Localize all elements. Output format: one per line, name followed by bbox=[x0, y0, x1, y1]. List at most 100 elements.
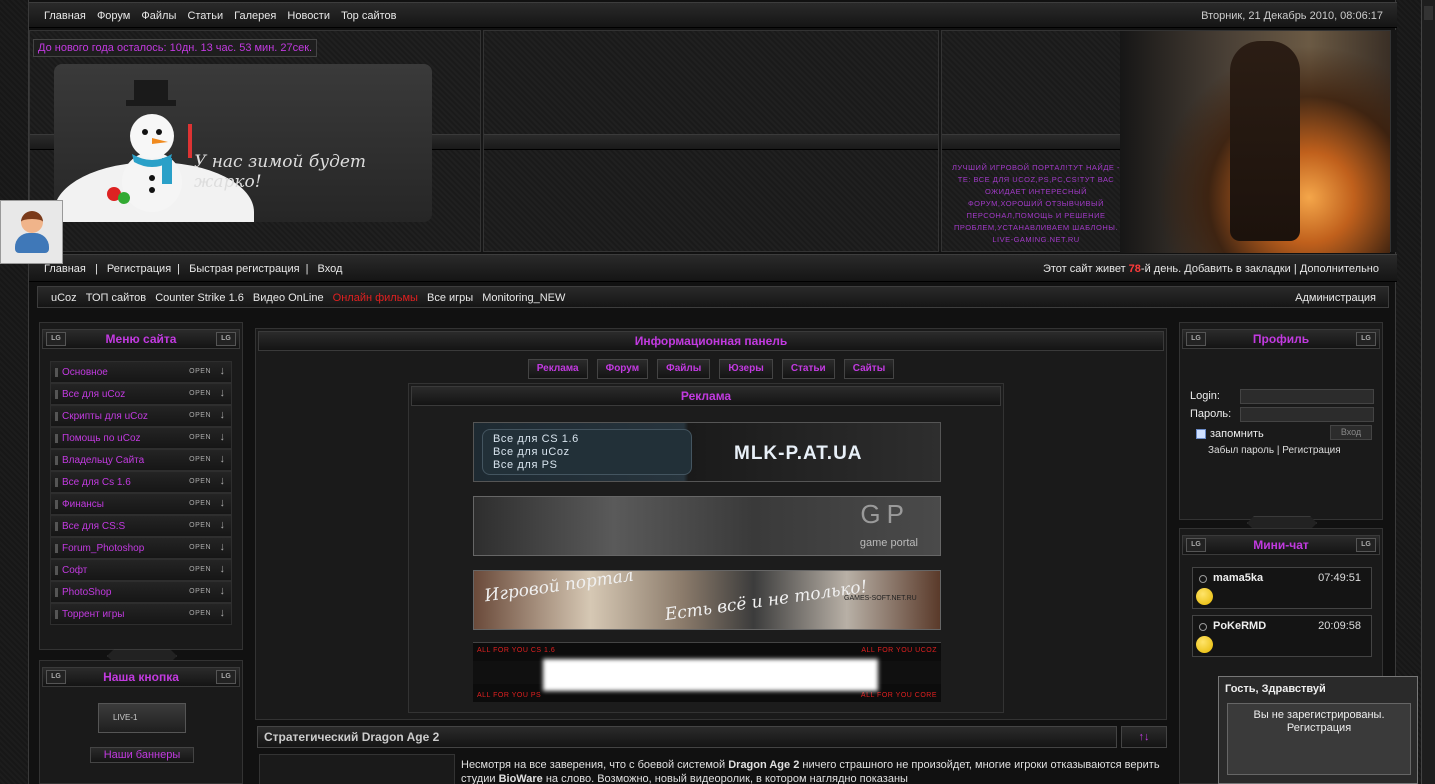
tab-forum[interactable]: Форум bbox=[596, 359, 649, 379]
our-button-panel: LG Наша кнопка LG LIVE-1 Наши баннеры bbox=[39, 660, 243, 784]
lg-badge: LG bbox=[1356, 332, 1376, 346]
chat-message: mama5ka 07:49:51 bbox=[1192, 567, 1372, 609]
user-avatar-icon[interactable] bbox=[0, 200, 63, 264]
bullet-icon bbox=[55, 390, 58, 399]
password-input[interactable] bbox=[1240, 407, 1374, 422]
tab-users[interactable]: Юзеры bbox=[719, 359, 773, 379]
forgot-register-links[interactable]: Забыл пароль | Регистрация bbox=[1208, 445, 1341, 456]
scrollbar-thumb[interactable] bbox=[1424, 6, 1433, 20]
site-button-image[interactable]: LIVE-1 bbox=[98, 703, 186, 733]
site-menu-item[interactable]: Владельцу Сайта OPEN ↓ bbox=[50, 449, 232, 471]
remember-checkbox[interactable] bbox=[1196, 429, 1206, 439]
site-menu-item[interactable]: Софт OPEN ↓ bbox=[50, 559, 232, 581]
top-nav-articles[interactable]: Статьи bbox=[187, 10, 223, 22]
top-nav-top-sites[interactable]: Top сайтов bbox=[341, 10, 396, 22]
bullet-icon bbox=[55, 434, 58, 443]
link-ucoz[interactable]: uCoz bbox=[51, 292, 77, 304]
link-all-games[interactable]: Все игры bbox=[427, 292, 473, 304]
bullet-icon bbox=[55, 478, 58, 487]
article-game-name: Dragon Age 2 bbox=[728, 759, 800, 771]
ad-banner-mlk[interactable]: Все для CS 1.6 Все для uCoz Все для PS M… bbox=[473, 422, 941, 482]
site-menu-item-label: Скрипты для uCoz bbox=[62, 411, 148, 422]
tab-articles[interactable]: Статьи bbox=[781, 359, 835, 379]
warrior-figure bbox=[1230, 41, 1300, 241]
top-nav-forum[interactable]: Форум bbox=[97, 10, 130, 22]
arrow-down-icon: ↓ bbox=[219, 431, 226, 443]
banner-stripe bbox=[484, 134, 938, 150]
site-menu-item-label: Помощь по uCoz bbox=[62, 433, 141, 444]
more-link[interactable]: Дополнительно bbox=[1300, 263, 1379, 275]
top-nav-home[interactable]: Главная bbox=[44, 10, 86, 22]
site-menu-panel: LG Меню сайта LG Основное OPEN ↓ Все для uC… bbox=[39, 322, 243, 650]
ad-banner-game-portal[interactable]: GP game portal bbox=[473, 496, 941, 556]
radio-icon[interactable] bbox=[1199, 575, 1207, 583]
login-submit-button[interactable]: Вход bbox=[1330, 425, 1372, 440]
site-menu-header: LG Меню сайта LG bbox=[42, 329, 240, 349]
bullet-icon bbox=[55, 368, 58, 377]
ad-banner-all-for-you[interactable]: ALL FOR YOU CS 1.6 ALL FOR YOU UCOZ ALL … bbox=[473, 642, 941, 702]
arrow-down-icon: ↓ bbox=[219, 453, 226, 465]
bullet-icon bbox=[55, 588, 58, 597]
site-menu-item[interactable]: Финансы OPEN ↓ bbox=[50, 493, 232, 515]
site-menu-item-label: Владельцу Сайта bbox=[62, 455, 145, 466]
gp-logo: GP bbox=[860, 499, 910, 529]
lg-badge: LG bbox=[46, 670, 66, 684]
login-input[interactable] bbox=[1240, 389, 1374, 404]
our-button-title: Наша кнопка bbox=[103, 670, 179, 684]
site-menu-item-label: Финансы bbox=[62, 499, 104, 510]
chat-author[interactable]: mama5ka bbox=[1213, 572, 1263, 584]
user-nav-links: Главная | Регистрация | Быстрая регистрац… bbox=[44, 263, 348, 275]
ad3-mid-text: Есть всё и не только! bbox=[663, 576, 869, 626]
link-monitoring[interactable]: Monitoring_NEW bbox=[482, 292, 565, 304]
link-administration[interactable]: Администрация bbox=[1295, 292, 1376, 304]
user-nav-login[interactable]: Вход bbox=[318, 263, 343, 275]
info-panel-title: Информационная панель bbox=[258, 331, 1164, 351]
info-panel: Информационная панель Реклама Форум Файл… bbox=[255, 328, 1167, 720]
user-nav-home[interactable]: Главная bbox=[44, 263, 86, 275]
site-menu-item[interactable]: Все для Cs 1.6 OPEN ↓ bbox=[50, 471, 232, 493]
top-nav-gallery[interactable]: Галерея bbox=[234, 10, 276, 22]
site-menu-item-label: Основное bbox=[62, 367, 108, 378]
open-label: OPEN bbox=[189, 522, 211, 529]
gp-caption: game portal bbox=[859, 537, 918, 549]
site-menu-item[interactable]: Все для uCoz OPEN ↓ bbox=[50, 383, 232, 405]
our-banners-button[interactable]: Наши баннеры bbox=[90, 747, 194, 763]
user-nav-quick-register[interactable]: Быстрая регистрация bbox=[189, 263, 299, 275]
site-menu-item[interactable]: Основное OPEN ↓ bbox=[50, 361, 232, 383]
top-nav-news[interactable]: Новости bbox=[287, 10, 330, 22]
link-top-sites[interactable]: ТОП сайтов bbox=[86, 292, 146, 304]
profile-title: Профиль bbox=[1252, 332, 1310, 346]
site-menu-item[interactable]: Торрент игры OPEN ↓ bbox=[50, 603, 232, 625]
bookmark-link[interactable]: Добавить в закладки bbox=[1184, 263, 1291, 275]
tab-ads[interactable]: Реклама bbox=[527, 359, 588, 379]
user-nav-register[interactable]: Регистрация bbox=[107, 263, 171, 275]
login-form: Login: Пароль: запомнить Вход Забыл паро… bbox=[1190, 387, 1374, 456]
site-menu-item[interactable]: PhotoShop OPEN ↓ bbox=[50, 581, 232, 603]
open-label: OPEN bbox=[189, 434, 211, 441]
tab-files[interactable]: Файлы bbox=[657, 359, 711, 379]
ad-banner-games-soft[interactable]: Игровой портал Есть всё и не только! GAM… bbox=[473, 566, 941, 630]
link-online-movies[interactable]: Онлайн фильмы bbox=[333, 292, 418, 304]
site-menu-item[interactable]: Forum_Photoshop OPEN ↓ bbox=[50, 537, 232, 559]
ad-line: Все для CS 1.6 bbox=[493, 433, 579, 445]
article-title[interactable]: Стратегический Dragon Age 2 bbox=[257, 726, 1117, 748]
link-counter-strike[interactable]: Counter Strike 1.6 bbox=[155, 292, 244, 304]
tab-sites[interactable]: Сайты bbox=[843, 359, 895, 379]
site-menu-item[interactable]: Все для CS:S OPEN ↓ bbox=[50, 515, 232, 537]
mini-chat-title: Мини-чат bbox=[1253, 538, 1309, 552]
guest-popup-register-link[interactable]: Регистрация bbox=[1228, 722, 1410, 735]
open-label: OPEN bbox=[189, 610, 211, 617]
article-toggle-button[interactable]: ↑↓ bbox=[1121, 726, 1167, 748]
radio-icon[interactable] bbox=[1199, 623, 1207, 631]
open-label: OPEN bbox=[189, 566, 211, 573]
arrow-down-icon: ↓ bbox=[219, 409, 226, 421]
ad4-label: ALL FOR YOU PS bbox=[477, 692, 542, 699]
bullet-icon bbox=[55, 522, 58, 531]
site-menu-item[interactable]: Скрипты для uCoz OPEN ↓ bbox=[50, 405, 232, 427]
chat-author[interactable]: PoKeRMD bbox=[1213, 620, 1266, 632]
article-text-part: на слово. Возможно, новый видеоролик, в … bbox=[542, 773, 908, 784]
vertical-scrollbar[interactable] bbox=[1421, 0, 1435, 784]
site-menu-item[interactable]: Помощь по uCoz OPEN ↓ bbox=[50, 427, 232, 449]
link-video-online[interactable]: Видео OnLine bbox=[253, 292, 324, 304]
top-nav-files[interactable]: Файлы bbox=[141, 10, 176, 22]
